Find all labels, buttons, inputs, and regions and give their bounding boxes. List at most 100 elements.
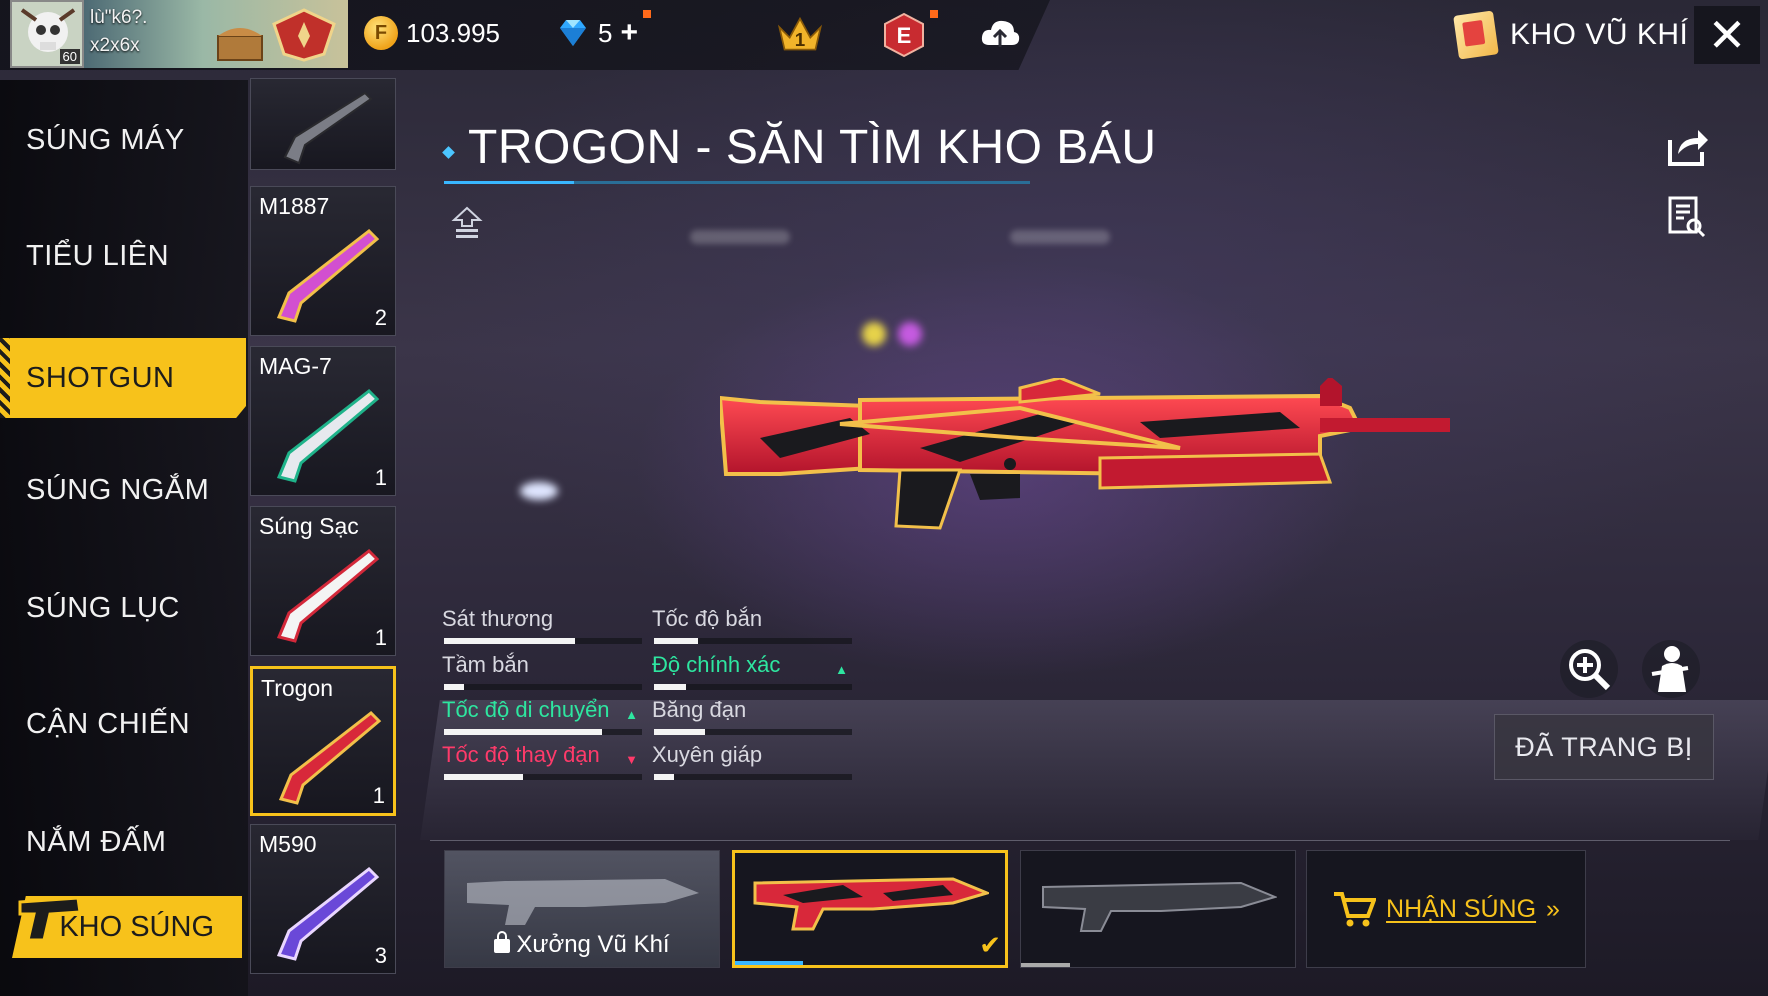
category-fist[interactable]: NẮM ĐẤM <box>0 802 246 882</box>
skin-progress-bar <box>735 961 803 965</box>
category-smg[interactable]: TIỂU LIÊN <box>0 216 246 296</box>
stage-light <box>862 322 886 346</box>
stat-bar-fill <box>654 774 674 780</box>
skins-divider <box>430 840 1730 841</box>
check-icon: ✔ <box>979 930 1001 960</box>
stat-label: Tốc độ thay đạn <box>442 742 600 767</box>
pistol-icon <box>18 896 82 942</box>
workshop-label: Xưởng Vũ Khí <box>445 931 719 959</box>
diamond-counter[interactable]: 5 + <box>556 16 638 50</box>
weapon-list: M1887 2 MAG-7 1 Súng Sạc 1 Trogon 1 M590… <box>250 76 400 996</box>
workshop-gun-silhouette <box>467 879 699 925</box>
avatar[interactable]: 60 <box>10 0 84 68</box>
stat-label: Độ chính xác <box>652 652 781 677</box>
stat-bar-fill <box>444 684 464 690</box>
weapon-count: 1 <box>374 465 387 490</box>
zoom-in-icon <box>1569 649 1611 691</box>
stat-armor-penetration: Xuyên giáp <box>650 742 852 782</box>
weapon-count: 1 <box>374 625 387 650</box>
stat-down-arrow-icon: ▼ <box>625 752 638 767</box>
stat-up-arrow-icon: ▲ <box>625 707 638 722</box>
skin-progress-bar <box>1021 963 1071 967</box>
gold-counter[interactable]: F 103.995 <box>364 16 500 50</box>
weapon-card[interactable]: MAG-7 1 <box>250 346 396 496</box>
weapon-name: M1887 <box>259 193 330 219</box>
get-gun-button[interactable]: NHẬN SÚNG » <box>1306 850 1586 968</box>
stat-bar <box>444 729 642 735</box>
stat-bar-fill <box>444 774 524 780</box>
elite-pass-badge[interactable]: E <box>880 12 928 58</box>
stat-bar <box>654 684 852 690</box>
weapon-card[interactable]: M1887 2 <box>250 186 396 336</box>
category-label: SHOTGUN <box>26 361 175 394</box>
top-bar: 60 lù"k6?. x2x6x F 103.995 5 + 1 E KHO V… <box>0 0 1768 72</box>
stat-label: Sát thương <box>442 606 554 631</box>
weapon-name: MAG-7 <box>259 353 332 379</box>
category-pistol[interactable]: SÚNG LỤC <box>0 568 246 648</box>
category-melee[interactable]: CẬN CHIẾN <box>0 684 246 764</box>
weapon-stats: Sát thương Tốc độ bắn Tầm bắn Độ chính x… <box>440 606 860 786</box>
stat-bar <box>444 774 642 780</box>
ceiling-light <box>690 230 790 244</box>
weapon-count: 3 <box>374 943 387 968</box>
page-title: KHO VŨ KHÍ <box>1510 18 1689 51</box>
weapon-card[interactable] <box>250 78 396 170</box>
stat-label: Tốc độ bắn <box>652 606 763 631</box>
lock-icon <box>494 931 511 953</box>
stat-label: Băng đạn <box>652 697 747 722</box>
category-label: SÚNG LỤC <box>26 591 180 624</box>
svg-text:1: 1 <box>795 29 805 50</box>
rank-badge[interactable]: 1 <box>776 12 824 58</box>
category-machine-gun[interactable]: SÚNG MÁY <box>0 100 246 180</box>
trogon-skin-thumbnail <box>753 877 989 931</box>
cloud-sync-button[interactable] <box>976 12 1024 58</box>
ceiling-light <box>1010 230 1110 244</box>
equipped-label: ĐÃ TRANG BỊ <box>1515 731 1693 762</box>
trogon-skin-selected[interactable]: ✔ <box>732 850 1008 968</box>
close-button[interactable]: ✕ <box>1694 6 1760 64</box>
weapon-card[interactable]: M590 3 <box>250 824 396 974</box>
weapon-card-selected[interactable]: Trogon 1 <box>250 666 396 816</box>
stage-light <box>520 482 558 500</box>
workshop-text: Xưởng Vũ Khí <box>516 931 670 958</box>
weapon-workshop-skin[interactable]: Xưởng Vũ Khí <box>444 850 720 968</box>
player-banner[interactable]: lù"k6?. x2x6x <box>84 0 348 68</box>
stat-bar <box>654 638 852 644</box>
gold-amount: 103.995 <box>406 17 500 48</box>
diamond-icon <box>556 16 590 50</box>
weapon-name: M590 <box>259 831 317 857</box>
character-icon <box>1651 646 1689 692</box>
cloud-icon <box>981 20 1020 47</box>
stat-reload-speed: Tốc độ thay đạn ▼ <box>440 742 642 782</box>
player-level: 60 <box>59 49 80 64</box>
category-sniper[interactable]: SÚNG NGẮM <box>0 450 246 530</box>
title-underline <box>444 181 1030 184</box>
weapon-title: TROGON - SĂN TÌM KHO BÁU <box>468 121 1157 174</box>
stat-magazine: Băng đạn <box>650 697 852 737</box>
m590-thumbnail-icon <box>276 867 380 961</box>
upgrade-icon[interactable] <box>450 206 484 240</box>
category-shotgun[interactable]: SHOTGUN <box>0 338 246 418</box>
trogon-shotgun-model <box>720 378 1450 530</box>
category-sidebar: SÚNG MÁY TIỂU LIÊN SHOTGUN SÚNG NGẮM SÚN… <box>0 80 248 996</box>
share-icon[interactable] <box>1664 126 1708 168</box>
details-icon[interactable] <box>1666 196 1706 238</box>
treasure-chest-icon <box>217 28 263 61</box>
player-name: lù"k6?. x2x6x <box>90 7 148 56</box>
crown-rank-icon: 1 <box>777 16 823 51</box>
gold-coin-icon: F <box>364 16 398 50</box>
stat-bar <box>654 774 852 780</box>
notification-dot <box>930 10 938 18</box>
add-diamond-button[interactable]: + <box>620 16 638 50</box>
category-label: NẮM ĐẤM <box>26 825 167 858</box>
stat-label: Tốc độ di chuyển <box>442 697 610 722</box>
equipped-button[interactable]: ĐÃ TRANG BỊ <box>1494 714 1714 780</box>
default-skin[interactable] <box>1020 850 1296 968</box>
stat-bar-fill <box>654 684 686 690</box>
zoom-button[interactable] <box>1560 640 1618 698</box>
stat-movement-speed: Tốc độ di chuyển ▲ <box>440 697 642 737</box>
character-preview-button[interactable] <box>1642 640 1700 698</box>
elite-pass-icon: E <box>884 12 924 58</box>
stat-damage: Sát thương <box>440 606 642 646</box>
weapon-card[interactable]: Súng Sạc 1 <box>250 506 396 656</box>
